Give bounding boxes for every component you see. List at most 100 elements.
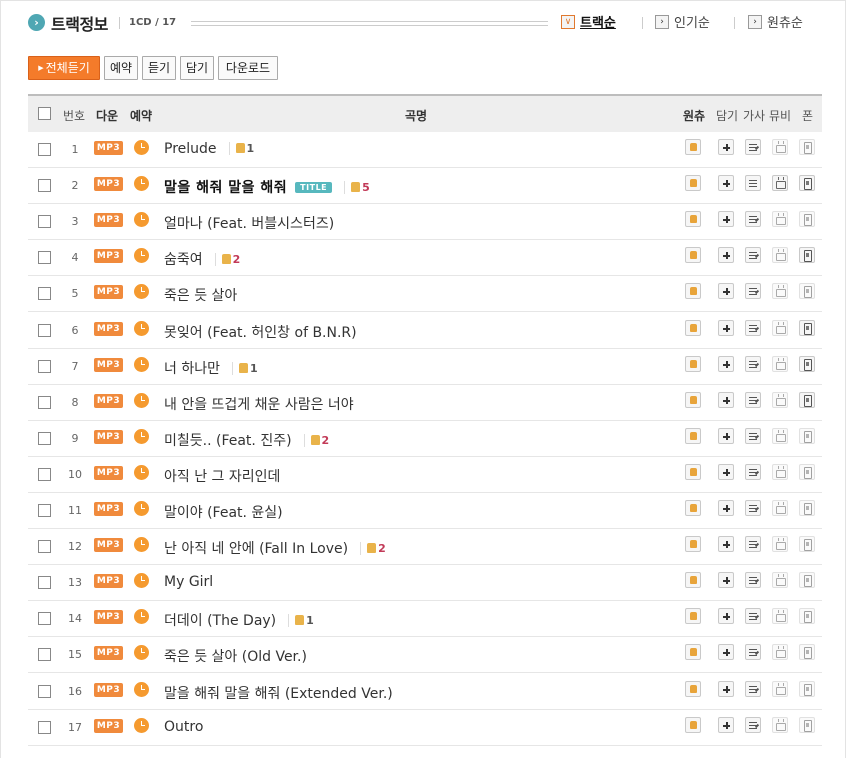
- sort-by-popularity[interactable]: › 인기순: [655, 12, 710, 32]
- like-thumb-icon[interactable]: [685, 319, 701, 336]
- track-title[interactable]: Outro: [164, 719, 203, 735]
- mp3-download-button[interactable]: MP3: [94, 285, 123, 300]
- track-checkbox[interactable]: [38, 720, 51, 734]
- like-thumb-icon[interactable]: [685, 572, 701, 589]
- track-checkbox[interactable]: [38, 251, 51, 265]
- lyrics-icon[interactable]: [745, 283, 761, 300]
- reserve-clock-icon[interactable]: [134, 392, 149, 408]
- add-plus-icon[interactable]: [718, 536, 734, 553]
- mp3-download-button[interactable]: MP3: [94, 429, 123, 444]
- add-plus-icon[interactable]: [718, 175, 734, 192]
- add-plus-icon[interactable]: [718, 463, 734, 480]
- add-plus-icon[interactable]: [718, 572, 734, 589]
- reserve-clock-icon[interactable]: [134, 140, 149, 155]
- mp3-download-button[interactable]: MP3: [94, 249, 123, 264]
- lyrics-icon[interactable]: [745, 500, 761, 516]
- add-plus-icon[interactable]: [718, 644, 734, 661]
- mp3-download-button[interactable]: MP3: [94, 718, 123, 733]
- like-thumb-icon[interactable]: [685, 608, 701, 625]
- track-checkbox[interactable]: [38, 648, 51, 662]
- music-video-icon[interactable]: [772, 680, 788, 697]
- like-thumb-icon[interactable]: [685, 716, 701, 733]
- reserve-clock-icon[interactable]: [134, 681, 149, 697]
- phone-icon[interactable]: [799, 608, 815, 625]
- phone-icon[interactable]: [799, 139, 815, 155]
- mp3-download-button[interactable]: MP3: [94, 538, 123, 553]
- like-thumb-icon[interactable]: [685, 139, 701, 155]
- reserve-clock-icon[interactable]: [134, 212, 149, 228]
- mp3-download-button[interactable]: MP3: [94, 213, 123, 228]
- reserve-clock-icon[interactable]: [134, 464, 149, 480]
- add-plus-icon[interactable]: [718, 608, 734, 625]
- track-checkbox[interactable]: [38, 287, 51, 301]
- lyrics-icon[interactable]: [745, 175, 761, 192]
- track-checkbox[interactable]: [38, 504, 51, 517]
- sort-by-track[interactable]: ∨ 트랙순: [561, 12, 616, 32]
- track-title[interactable]: Prelude 1: [164, 141, 254, 157]
- reserve-clock-icon[interactable]: [134, 428, 149, 444]
- music-video-icon[interactable]: [772, 572, 788, 589]
- like-thumb-icon[interactable]: [685, 247, 701, 264]
- reserve-clock-icon[interactable]: [134, 284, 149, 300]
- track-title[interactable]: 난 아직 네 안에 (Fall In Love) 2: [164, 538, 386, 558]
- track-checkbox[interactable]: [38, 684, 51, 698]
- phone-icon[interactable]: [799, 175, 815, 192]
- track-title[interactable]: My Girl: [164, 574, 213, 590]
- lyrics-icon[interactable]: [745, 139, 761, 155]
- phone-icon[interactable]: [799, 391, 815, 408]
- lyrics-icon[interactable]: [745, 572, 761, 589]
- track-checkbox[interactable]: [38, 431, 51, 445]
- track-checkbox[interactable]: [38, 323, 51, 337]
- lyrics-icon[interactable]: [745, 211, 761, 228]
- add-plus-icon[interactable]: [718, 211, 734, 228]
- add-plus-icon[interactable]: [718, 716, 734, 733]
- reserve-clock-icon[interactable]: [134, 176, 149, 192]
- track-checkbox[interactable]: [38, 215, 51, 229]
- reserve-clock-icon[interactable]: [134, 320, 149, 336]
- music-video-icon[interactable]: [772, 427, 788, 444]
- mp3-download-button[interactable]: MP3: [94, 574, 123, 589]
- listen-button[interactable]: 듣기: [142, 56, 176, 80]
- phone-icon[interactable]: [799, 283, 815, 300]
- track-checkbox[interactable]: [38, 143, 51, 156]
- reserve-clock-icon[interactable]: [134, 537, 149, 553]
- add-plus-icon[interactable]: [718, 680, 734, 697]
- reserve-clock-icon[interactable]: [134, 645, 149, 661]
- track-checkbox[interactable]: [38, 540, 51, 554]
- track-title[interactable]: 얼마나 (Feat. 버블시스터즈): [164, 213, 334, 233]
- like-thumb-icon[interactable]: [685, 680, 701, 697]
- lyrics-icon[interactable]: [745, 680, 761, 697]
- like-thumb-icon[interactable]: [685, 427, 701, 444]
- music-video-icon[interactable]: [772, 139, 788, 155]
- track-title[interactable]: 미칠듯.. (Feat. 진주) 2: [164, 430, 329, 450]
- play-all-button[interactable]: ▶ 전체듣기: [28, 56, 100, 80]
- phone-icon[interactable]: [799, 644, 815, 661]
- music-video-icon[interactable]: [772, 211, 788, 228]
- mp3-download-button[interactable]: MP3: [94, 682, 123, 697]
- phone-icon[interactable]: [799, 463, 815, 480]
- sort-by-likes[interactable]: › 원츄순: [748, 12, 803, 32]
- mp3-download-button[interactable]: MP3: [94, 357, 123, 372]
- track-checkbox[interactable]: [38, 359, 51, 373]
- track-title[interactable]: 죽은 듯 살아: [164, 285, 237, 305]
- reserve-clock-icon[interactable]: [134, 573, 149, 589]
- phone-icon[interactable]: [799, 247, 815, 264]
- music-video-icon[interactable]: [772, 463, 788, 480]
- mp3-download-button[interactable]: MP3: [94, 610, 123, 625]
- like-thumb-icon[interactable]: [685, 391, 701, 408]
- add-plus-icon[interactable]: [718, 355, 734, 372]
- music-video-icon[interactable]: [772, 536, 788, 553]
- lyrics-icon[interactable]: [745, 355, 761, 372]
- mp3-download-button[interactable]: MP3: [94, 393, 123, 408]
- track-title[interactable]: 내 안을 뜨겁게 채운 사람은 너야: [164, 394, 354, 414]
- track-title[interactable]: 아직 난 그 자리인데: [164, 466, 280, 486]
- phone-icon[interactable]: [799, 500, 815, 516]
- phone-icon[interactable]: [799, 572, 815, 589]
- phone-icon[interactable]: [799, 716, 815, 733]
- lyrics-icon[interactable]: [745, 319, 761, 336]
- track-title[interactable]: 말을 해줘 말을 해줘 TITLE 5: [164, 177, 370, 197]
- phone-icon[interactable]: [799, 211, 815, 228]
- phone-icon[interactable]: [799, 536, 815, 553]
- track-title[interactable]: 죽은 듯 살아 (Old Ver.): [164, 646, 307, 666]
- like-thumb-icon[interactable]: [685, 355, 701, 372]
